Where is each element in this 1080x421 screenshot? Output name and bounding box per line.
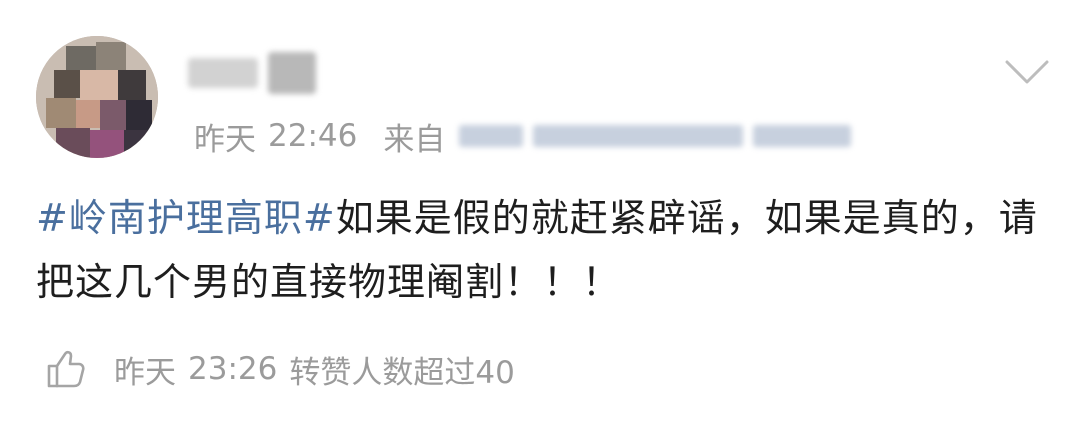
thumbs-up-icon[interactable] <box>38 341 94 397</box>
post-content: #岭南护理高职#如果是假的就赶紧辟谣，如果是真的，请把这几个男的直接物理阉割！！… <box>36 186 1046 314</box>
source-prefix: 来自 <box>383 121 446 158</box>
footer-time: 23:26 <box>188 351 278 387</box>
weibo-post: 昨天 22:46 来自 #岭南护理高职#如果是假的就赶紧辟谣，如果是真的，请把这… <box>0 0 1080 421</box>
author-name-blurred <box>268 52 316 94</box>
post-time: 22:46 <box>268 118 358 154</box>
author-name[interactable] <box>188 50 316 96</box>
source-link-blurred[interactable] <box>459 125 852 147</box>
footer-date: 昨天 <box>114 354 176 391</box>
author-name-blurred <box>188 58 258 88</box>
repost-like-status: 转赞人数超过40 <box>289 354 515 391</box>
post-footer: 昨天 23:26 转赞人数超过40 <box>38 340 515 398</box>
post-meta: 昨天 22:46 来自 <box>194 114 852 158</box>
post-date: 昨天 <box>194 121 256 158</box>
hashtag-link[interactable]: #岭南护理高职# <box>36 196 336 240</box>
chevron-down-icon[interactable] <box>1004 58 1050 88</box>
avatar[interactable] <box>36 36 158 158</box>
